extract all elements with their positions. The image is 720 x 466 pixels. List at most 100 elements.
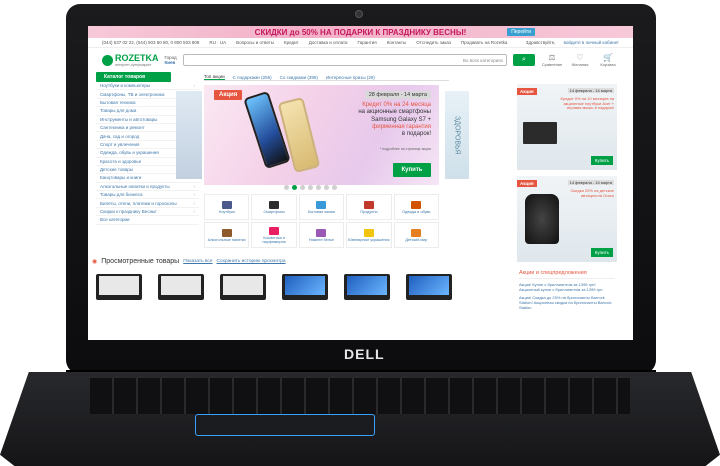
sidebar-item-label: Детские товары [100,167,133,173]
sidebar-item[interactable]: Скидки к празднику Весны! › [96,208,199,217]
wishlist-label: Желания [571,62,589,67]
sidebar-item[interactable]: Алкогольные напитки и продукты › [96,183,199,192]
tab-discounts[interactable]: Со скидками (399) [280,75,318,80]
login-link[interactable]: войдите в личный кабинет [564,40,619,45]
category-tile[interactable]: Ювелирные украшения [346,222,392,248]
sidebar-item-label: Товары для дома [100,108,137,114]
category-tile[interactable]: Нижнее белье [298,222,345,248]
tab-gifts[interactable]: С подарками (255) [233,75,272,80]
carousel-slide[interactable]: Акция 28 февраля - 14 марта Кредит 0% на… [204,85,439,185]
search-button[interactable]: ⌕ [513,54,535,66]
top-link-credit[interactable]: Кредит [284,40,299,45]
phone-numbers[interactable]: (044) 537 02 22, (044) 503 80 80, 0 800 … [102,40,199,45]
category-icon [411,200,422,209]
chevron-right-icon: › [193,183,196,189]
laptop-photo: DELL СКИДКИ до 50% НА ПОДАРКИ К ПРАЗДНИК… [0,0,720,466]
promo-line: на акционные смартфоны [358,109,431,116]
tab-top-deals[interactable]: Топ акции [204,74,225,80]
category-select[interactable]: Во всех категориях [463,58,503,63]
ad-buy-button[interactable]: Купить [590,248,613,257]
product-thumbnail[interactable] [344,274,390,300]
special-offer-item[interactable]: Акция! Купон с бриллиантом за 1399 грн! … [519,282,615,292]
greeting: Здравствуйте, [525,40,556,45]
category-tile[interactable]: Детский мир [393,222,439,248]
chevron-right-icon: › [193,192,196,198]
sidebar-item[interactable]: Ноутбуки и компьютеры › [96,82,199,91]
top-link-sell[interactable]: Продавать на Rozetka [461,40,507,45]
product-thumbnail[interactable] [158,274,204,300]
category-tile[interactable]: Ноутбуки [204,194,250,220]
carousel-prev-slide[interactable] [176,91,202,179]
top-link-faq[interactable]: Вопросы и ответы [236,40,274,45]
city-value: Киев [164,60,176,65]
tab-prizes[interactable]: Интересные призы (29) [326,75,375,80]
carousel-dot[interactable] [324,185,329,190]
promo-line: Samsung Galaxy S7 + [371,116,431,123]
keyboard [90,378,630,414]
chevron-right-icon: › [193,209,196,215]
ad-laptops[interactable]: Акция 14 февраля - 14 марта Кредит 0% на… [517,84,617,170]
category-tile[interactable]: Бытовая химия [298,194,345,220]
sidebar-item[interactable]: Билеты, отели, платежи и гороскопы › [96,199,199,208]
carousel-dot[interactable] [300,185,305,190]
search-box: Во всех категориях [182,54,507,66]
sidebar-item-label: Красота и здоровье [100,158,142,164]
city-selector[interactable]: Город Киев [165,55,177,65]
promo-button[interactable]: Перейти [507,28,535,36]
site-logo[interactable]: ROZETKA интернет-супермаркет [102,53,159,67]
cart-button[interactable]: 🛒 Корзина [597,53,619,67]
category-tile[interactable]: Смартфоны [251,194,297,220]
sidebar-item-label: Алкогольные напитки и продукты [100,183,170,189]
category-label: Ноутбуки [218,209,235,214]
product-thumbnail[interactable] [220,274,266,300]
promo-banner[interactable]: СКИДКИ до 50% НА ПОДАРКИ К ПРАЗДНИКУ ВЕС… [88,26,633,38]
special-offer-item[interactable]: Акция! Скидка до 25% на бриллианты Barro… [519,295,615,310]
save-history-link[interactable]: Сохранить историю просмотра [217,259,286,264]
language-switch[interactable]: RU · UA [209,40,226,45]
category-icon [269,226,280,235]
ad-buy-button[interactable]: Купить [590,156,613,165]
ad-car-seats[interactable]: Акция 14 февраля - 14 марта Скидка 20% н… [517,176,617,262]
category-tile[interactable]: Косметика и парфюмерия [251,222,297,248]
search-input[interactable] [186,57,461,63]
category-tile[interactable]: Одежда и обувь [393,194,439,220]
cart-label: Корзина [600,62,616,67]
sidebar-item[interactable]: Все категории [96,216,199,225]
top-link-warranty[interactable]: Гарантия [358,40,377,45]
main-content: Топ акции С подарками (255) Со скидками … [176,72,469,248]
site-header: ROZETKA интернет-супермаркет Город Киев … [88,48,633,72]
product-thumbnail[interactable] [282,274,328,300]
ad-badge: Акция [517,88,537,95]
laptop-screen: СКИДКИ до 50% НА ПОДАРКИ К ПРАЗДНИКУ ВЕС… [88,26,633,340]
heart-icon: ♡ [576,53,584,62]
show-all-link[interactable]: Показать все [183,259,212,264]
product-thumbnail[interactable] [406,274,452,300]
sidebar-item-label: Сантехника и ремонт [100,125,145,131]
sidebar-item-label: Спорт и увлечения [100,141,140,147]
carousel-next-slide[interactable]: ЗДОРОВЬЯ [445,91,469,179]
promo-description: Кредит 0% на 24 месяца на акционные смар… [331,102,431,138]
category-tile[interactable]: Алкогольные напитки [204,222,250,248]
wishlist-button[interactable]: ♡ Желания [569,53,591,67]
catalog-button[interactable]: Каталог товаров [96,72,171,82]
promo-badge: Акция [214,90,243,100]
top-link-contacts[interactable]: Контакты [387,40,406,45]
carousel-dot[interactable] [332,185,337,190]
product-thumbnail[interactable] [96,274,142,300]
carousel-dot-active[interactable] [292,185,297,190]
category-tile[interactable]: Продукты [346,194,392,220]
carousel-dot[interactable] [284,185,289,190]
sidebar-item[interactable]: Товары для бизнеса › [96,191,199,200]
top-link-track[interactable]: Отследить заказ [416,40,451,45]
category-icon [363,228,374,237]
ad-badge: Акция [517,180,537,187]
sidebar-item-label: Скидки к празднику Весны! [100,209,157,215]
buy-button[interactable]: Купить [393,163,431,177]
brand-subtitle: интернет-супермаркет [115,63,152,67]
compare-button[interactable]: ⚖ Сравнение [541,53,563,67]
chevron-right-icon: › [193,83,196,89]
carousel-dot[interactable] [308,185,313,190]
carousel-dot[interactable] [316,185,321,190]
ad-dates: 14 февраля - 14 марта [567,180,614,185]
top-link-delivery[interactable]: Доставка и оплата [309,40,348,45]
